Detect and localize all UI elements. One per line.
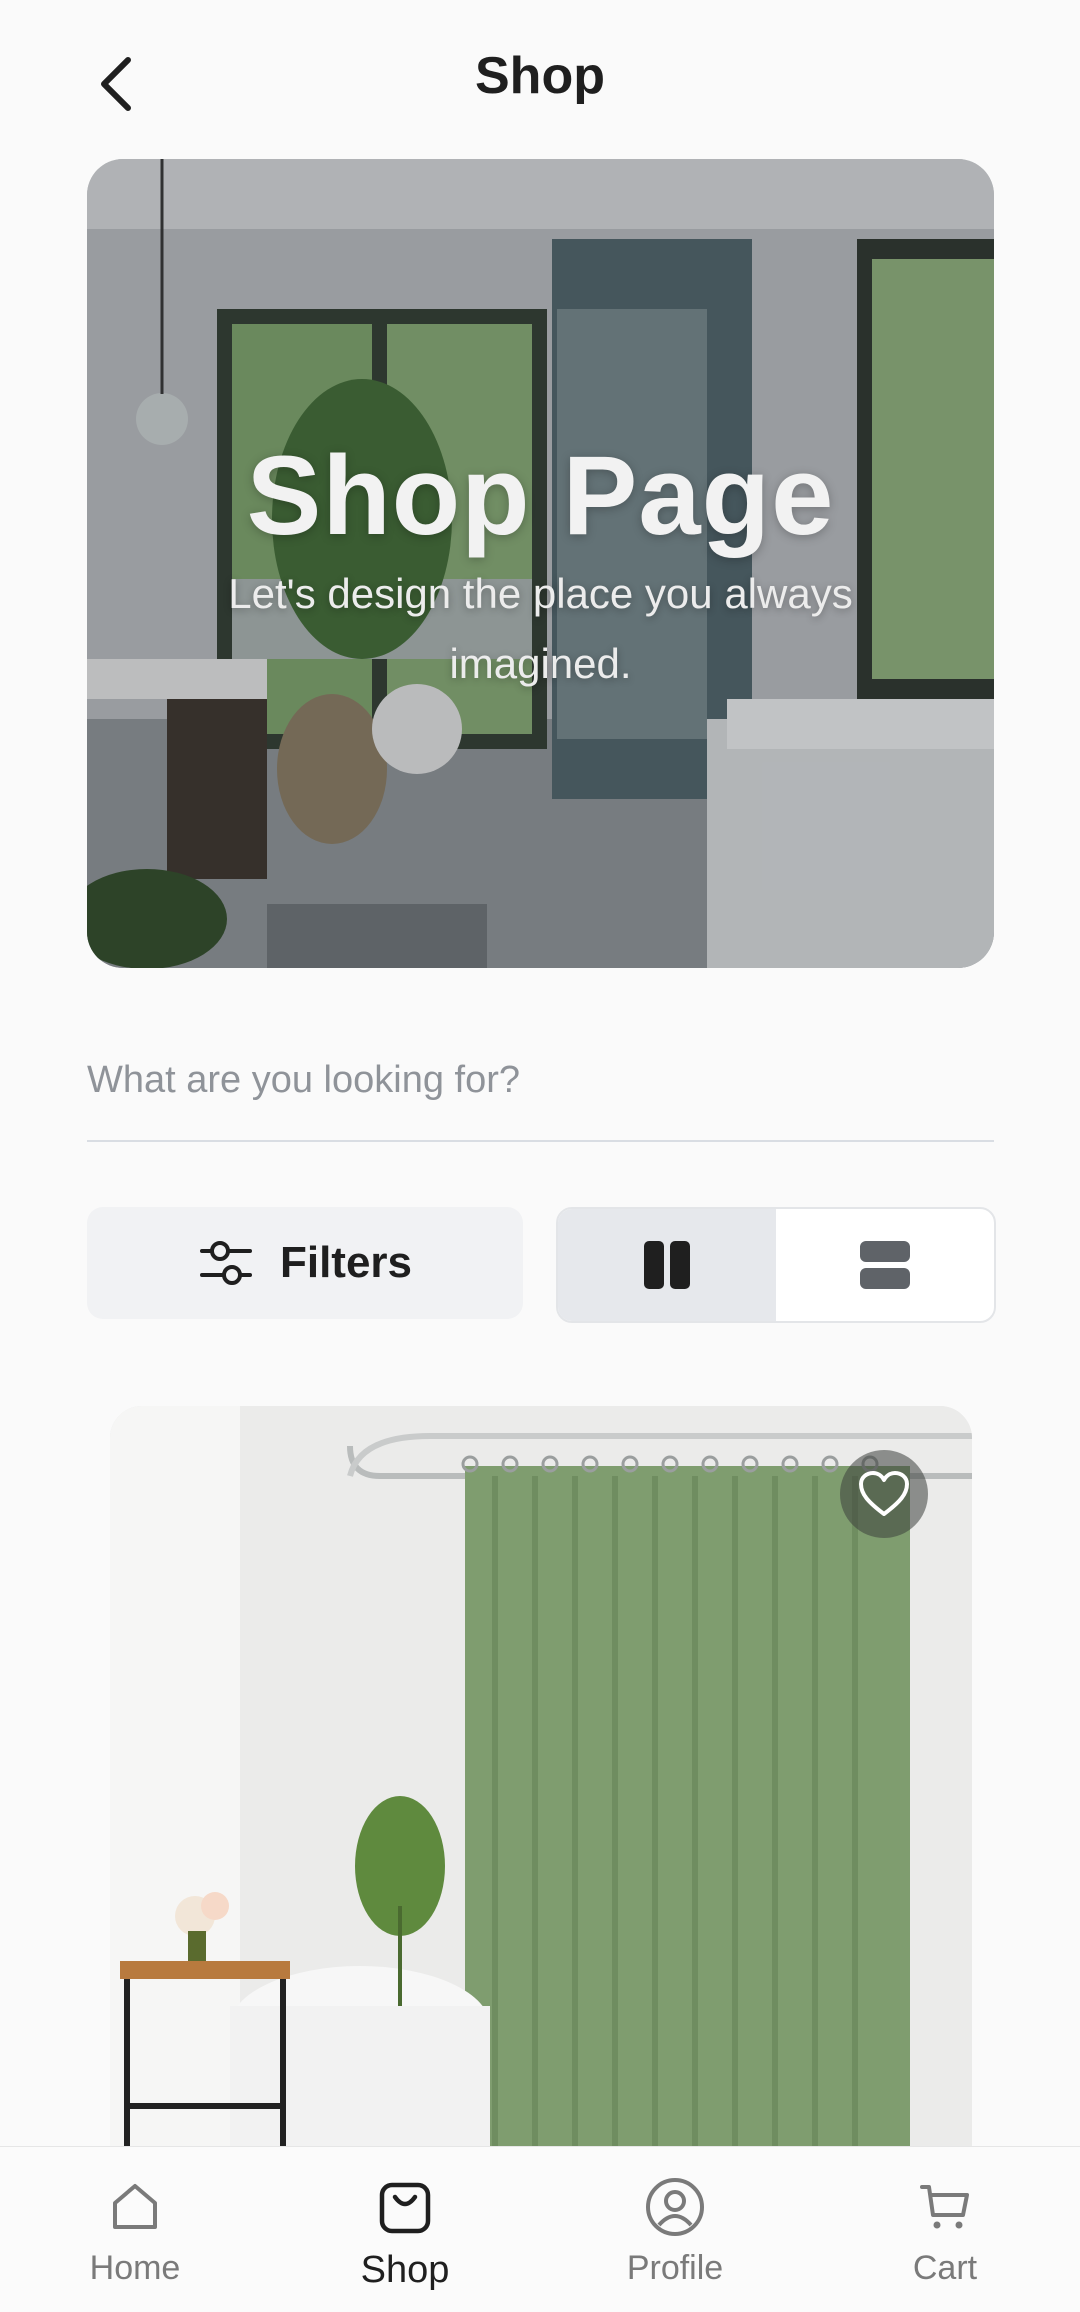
- favorite-button[interactable]: [840, 1450, 928, 1538]
- two-columns-icon: [644, 1241, 690, 1289]
- bottom-navigation: Home Shop Profile Cart: [0, 2146, 1080, 2312]
- nav-label-home: Home: [89, 2249, 181, 2287]
- hero-banner: Shop Page Let's design the place you alw…: [87, 159, 994, 968]
- nav-label-profile: Profile: [626, 2249, 724, 2287]
- search-bar: [87, 1040, 994, 1142]
- shopping-bag-icon: [379, 2182, 431, 2234]
- nav-label-shop: Shop: [360, 2249, 450, 2291]
- nav-item-home[interactable]: Home: [55, 2175, 215, 2288]
- nav-item-profile[interactable]: Profile: [595, 2175, 755, 2288]
- nav-label-cart: Cart: [912, 2249, 978, 2287]
- shower-curtain-image: [110, 1406, 972, 2146]
- home-icon: [113, 2184, 157, 2229]
- product-card[interactable]: [110, 1406, 972, 2146]
- app-header: Shop: [0, 0, 1080, 160]
- user-circle-icon: [646, 2178, 704, 2236]
- cart-icon: [920, 2185, 969, 2229]
- hero-subtitle: Let's design the place you always imagin…: [228, 570, 853, 687]
- search-input[interactable]: [87, 1040, 994, 1120]
- heart-icon: [859, 1471, 909, 1516]
- nav-item-cart[interactable]: Cart: [865, 2175, 1025, 2288]
- filters-label: Filters: [279, 1238, 413, 1287]
- hero-title: Shop Page: [246, 433, 835, 558]
- grid-view-button[interactable]: [558, 1209, 776, 1321]
- list-view-button[interactable]: [776, 1209, 994, 1321]
- two-rows-icon: [860, 1241, 910, 1289]
- page-title: Shop: [475, 47, 605, 105]
- filters-button[interactable]: Filters: [87, 1207, 523, 1319]
- nav-item-shop[interactable]: Shop: [325, 2175, 485, 2292]
- sliders-icon: [199, 1241, 252, 1285]
- view-mode-toggle: [556, 1207, 996, 1323]
